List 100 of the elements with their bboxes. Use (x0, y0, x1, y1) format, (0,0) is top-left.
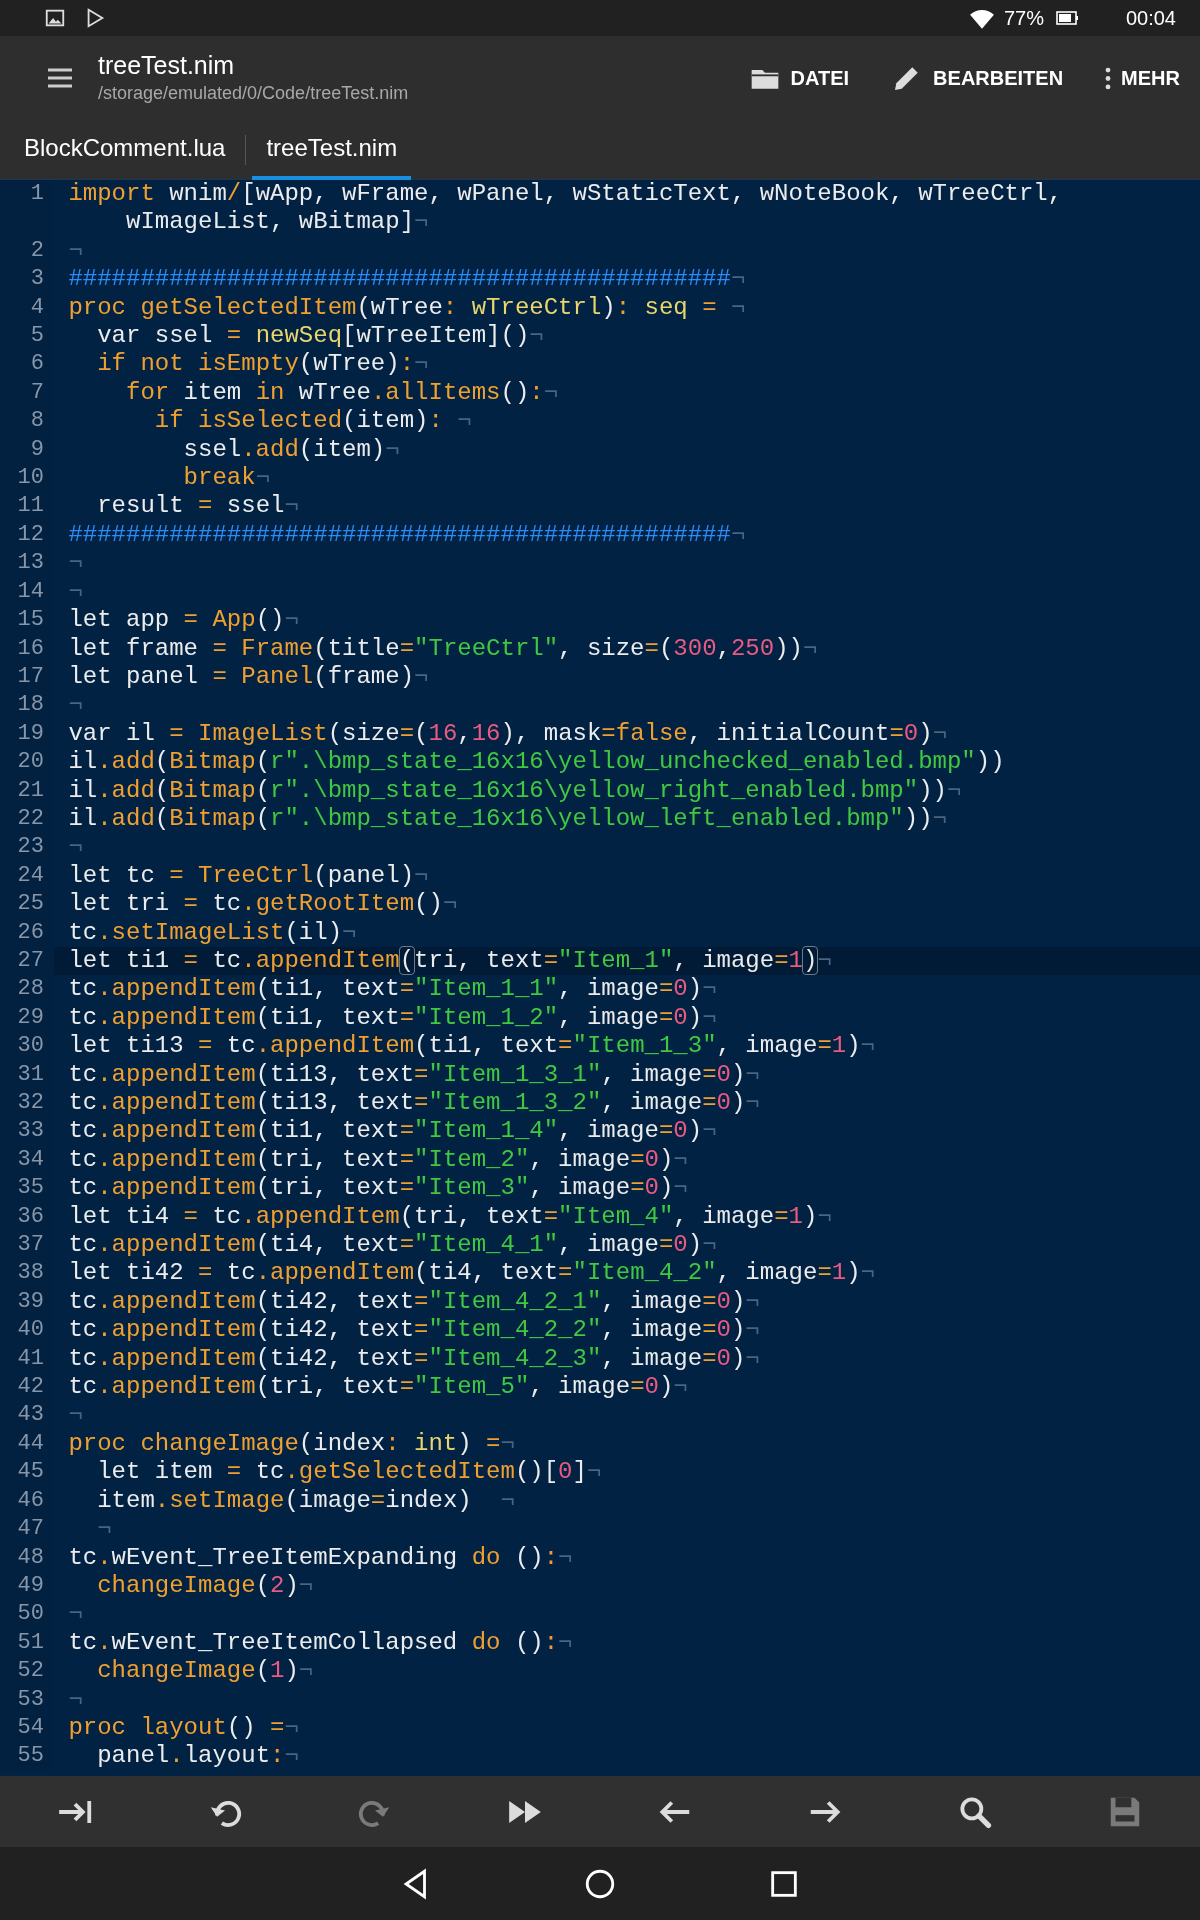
line-number: 18 (0, 691, 54, 720)
line-number: 11 (0, 492, 54, 521)
line-number: 13 (0, 549, 54, 578)
action-button[interactable]: DATEI (748, 62, 850, 94)
code-line: tc.appendItem(tri, text="Item_3", image=0)¬ (67, 1174, 689, 1203)
line-number: 42 (0, 1373, 54, 1402)
code-line: ¬ (67, 691, 84, 720)
line-number: 50 (0, 1600, 54, 1629)
image-icon (44, 7, 66, 29)
line-number: 27 (0, 946, 54, 976)
file-path: /storage/emulated/0/Code/treeTest.nim (98, 81, 409, 105)
line-number: 39 (0, 1287, 54, 1317)
code-line: tc.wEvent_TreeItemCollapsed do ():¬ (67, 1628, 574, 1658)
code-line: import wnim/[wApp, wFrame, wPanel, wStaticText, wNoteBook, wTreeCtrl, wImageList, wBitmap]¬ (67, 180, 1064, 237)
line-number: 34 (0, 1145, 54, 1175)
line-number: 38 (0, 1259, 54, 1288)
code-line: changeImage(2)¬ (96, 1571, 315, 1601)
code-line: ¬ (67, 236, 84, 266)
code-line: ssel.add(item)¬ (182, 435, 401, 465)
line-number: 33 (0, 1117, 54, 1146)
code-line: proc changeImage(index: int) =¬ (67, 1429, 516, 1459)
code-line: proc layout() =¬ (67, 1713, 300, 1743)
code-line: ¬ (67, 1401, 84, 1430)
code-line: ¬ (96, 1515, 113, 1544)
line-number: 40 (0, 1316, 54, 1345)
code-line: let tc = TreeCtrl(panel)¬ (67, 861, 430, 891)
line-number: 2 (0, 236, 54, 266)
line-number: 15 (0, 606, 54, 635)
code-line: tc.appendItem(tri, text="Item_5", image=0)¬ (67, 1373, 689, 1402)
line-number: 14 (0, 577, 54, 607)
line-number: 9 (0, 435, 54, 465)
battery-percent: 77% (1003, 6, 1044, 31)
line-number: 49 (0, 1571, 54, 1601)
action-button[interactable]: BEARBEITEN (891, 62, 1064, 94)
code-line: var ssel = newSeq[wTreeItem]()¬ (96, 322, 545, 351)
line-number: 37 (0, 1231, 54, 1260)
code-line: for item in wTree.allItems():¬ (125, 378, 560, 408)
line-number: 1 (0, 180, 54, 237)
line-number: 6 (0, 350, 54, 379)
line-number: 45 (0, 1458, 54, 1487)
code-line: tc.appendItem(ti4, text="Item_4_1", image=0)¬ (67, 1231, 718, 1260)
code-line: tc.appendItem(ti13, text="Item_1_3_2", image=0)¬ (67, 1089, 761, 1118)
code-line: ##############################################¬ (67, 520, 747, 550)
code-line: il.add(Bitmap(r".\bmp_state_16x16\yellow_left_enabled.bmp"))¬ (67, 804, 948, 834)
line-number: 22 (0, 804, 54, 834)
line-number: 53 (0, 1685, 54, 1714)
line-number: 30 (0, 1032, 54, 1061)
line-number: 10 (0, 464, 54, 493)
line-number: 51 (0, 1628, 54, 1658)
line-number: 19 (0, 719, 54, 749)
line-number: 44 (0, 1429, 54, 1459)
line-number: 55 (0, 1742, 54, 1771)
line-number: 25 (0, 890, 54, 919)
line-number: 41 (0, 1344, 54, 1374)
file-title: treeTest.nim (98, 49, 236, 80)
code-line: tc.appendItem(ti13, text="Item_1_3_1", image=0)¬ (67, 1060, 761, 1089)
line-number: 26 (0, 918, 54, 947)
code-line: item.setImage(image=index) ¬ (96, 1486, 516, 1516)
code-line: proc getSelectedItem(wTree: wTreeCtrl): seq = ¬ (67, 293, 747, 323)
code-line: let panel = Panel(frame)¬ (67, 662, 430, 692)
action-button[interactable]: MEHR (1105, 63, 1180, 93)
code-line: tc.appendItem(ti42, text="Item_4_2_2", image=0)¬ (67, 1316, 761, 1345)
code-line: ¬ (67, 1600, 84, 1629)
line-number: 8 (0, 407, 54, 436)
code-line: ¬ (67, 577, 84, 607)
line-number: 43 (0, 1401, 54, 1430)
code-line: if isSelected(item): ¬ (153, 407, 473, 436)
code-line: il.add(Bitmap(r".\bmp_state_16x16\yellow_unchecked_enabled.bmp")) (67, 748, 1006, 777)
line-number: 47 (0, 1515, 54, 1544)
line-number: 31 (0, 1060, 54, 1089)
code-line: tc.appendItem(ti42, text="Item_4_2_3", image=0)¬ (67, 1344, 761, 1374)
code-line: let ti42 = tc.appendItem(ti4, text="Item_4_2", image=1)¬ (67, 1259, 876, 1288)
line-number: 35 (0, 1174, 54, 1203)
code-line: result = ssel¬ (96, 492, 300, 521)
line-number: 3 (0, 265, 54, 294)
line-number: 24 (0, 861, 54, 891)
code-line: panel.layout:¬ (96, 1742, 300, 1771)
code-line: tc.appendItem(ti1, text="Item_1_1", image=0)¬ (67, 975, 718, 1004)
code-line: var il = ImageList(size=(16,16), mask=false, initialCount=0)¬ (67, 719, 949, 749)
code-line: let app = App()¬ (67, 606, 300, 635)
code-line: tc.appendItem(tri, text="Item_2", image=0)¬ (67, 1145, 689, 1175)
line-number: 54 (0, 1713, 54, 1743)
line-number: 12 (0, 520, 54, 550)
line-number: 4 (0, 293, 54, 323)
line-number: 36 (0, 1202, 54, 1232)
code-line: let ti13 = tc.appendItem(ti1, text="Item_1_3", image=1)¬ (67, 1032, 876, 1061)
code-line: tc.setImageList(il)¬ (67, 918, 358, 947)
file-tab[interactable]: BlockComment.lua (10, 119, 240, 180)
code-line: tc.appendItem(ti1, text="Item_1_4", image=0)¬ (67, 1117, 718, 1146)
code-line: ¬ (67, 549, 84, 578)
line-number: 28 (0, 975, 54, 1004)
code-line: tc.appendItem(ti1, text="Item_1_2", image=0)¬ (67, 1003, 718, 1033)
code-line: ¬ (67, 1685, 84, 1714)
line-number: 21 (0, 776, 54, 805)
code-line: tc.wEvent_TreeItemExpanding do ():¬ (67, 1543, 574, 1572)
code-line: ##############################################¬ (67, 265, 747, 294)
code-line: ¬ (67, 833, 84, 862)
line-number: 5 (0, 322, 54, 351)
line-number: 7 (0, 378, 54, 408)
line-number: 16 (0, 634, 54, 663)
